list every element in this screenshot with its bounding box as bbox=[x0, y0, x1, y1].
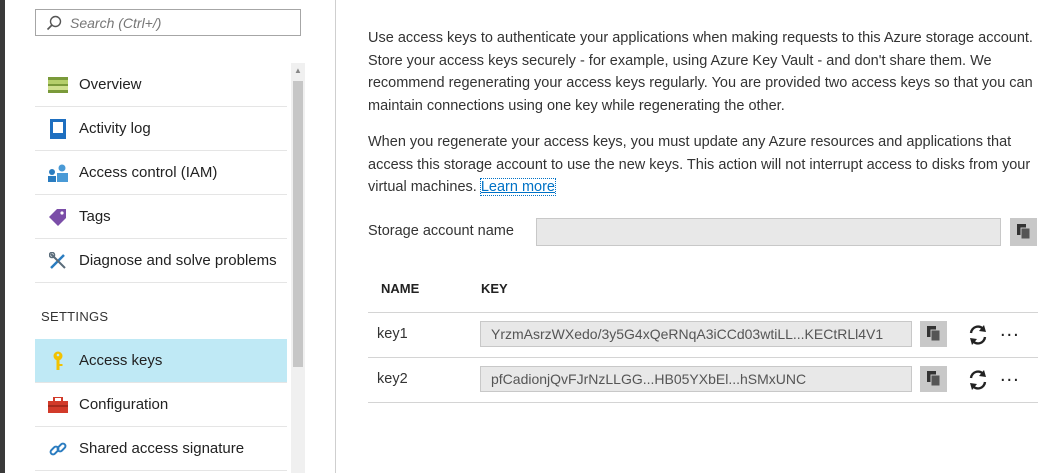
sidebar-item-access-keys[interactable]: Access keys bbox=[35, 339, 287, 383]
sidebar-item-label: Overview bbox=[79, 76, 142, 93]
sidebar-item-configuration[interactable]: Configuration bbox=[35, 383, 287, 427]
more-options-button[interactable]: ... bbox=[1000, 364, 1020, 387]
table-row: key1 YrzmAsrzWXedo/3y5G4xQeRNqA3iCCd03wt… bbox=[368, 313, 1038, 358]
copy-key-button[interactable] bbox=[920, 366, 947, 392]
copy-account-name-button[interactable] bbox=[1010, 218, 1037, 246]
sidebar-item-label: Tags bbox=[79, 208, 111, 225]
toolbox-icon bbox=[47, 394, 69, 416]
sidebar-item-label: Activity log bbox=[79, 120, 151, 137]
overview-icon bbox=[47, 74, 69, 96]
search-input[interactable] bbox=[68, 13, 292, 32]
search-box[interactable] bbox=[35, 9, 301, 36]
storage-account-label: Storage account name bbox=[368, 223, 514, 239]
access-keys-table: NAME KEY key1 YrzmAsrzWXedo/3y5G4xQeRNqA… bbox=[368, 268, 1038, 403]
column-header-key: KEY bbox=[481, 281, 508, 296]
copy-icon bbox=[1016, 224, 1030, 240]
scroll-up-icon[interactable]: ▲ bbox=[291, 63, 305, 77]
sidebar-item-overview[interactable]: Overview bbox=[35, 63, 287, 107]
learn-more-link[interactable]: Learn more bbox=[479, 178, 556, 196]
copy-icon bbox=[926, 326, 940, 342]
more-options-button[interactable]: ... bbox=[1000, 319, 1020, 342]
sidebar-menu: Overview Activity log Access control (IA… bbox=[35, 63, 287, 471]
refresh-icon bbox=[969, 370, 987, 390]
scrollbar-thumb[interactable] bbox=[293, 81, 303, 367]
storage-account-name-field[interactable] bbox=[536, 218, 1001, 246]
key-name: key1 bbox=[377, 326, 408, 342]
key-icon bbox=[47, 350, 69, 372]
regenerate-key-button[interactable] bbox=[966, 368, 990, 392]
search-icon bbox=[46, 15, 62, 30]
sidebar: Overview Activity log Access control (IA… bbox=[5, 0, 306, 473]
table-row: key2 pfCadionjQvFJrNzLLGG...HB05YXbEl...… bbox=[368, 358, 1038, 403]
regenerate-paragraph: When you regenerate your access keys, yo… bbox=[368, 131, 1048, 199]
sidebar-item-label: Shared access signature bbox=[79, 440, 245, 457]
copy-key-button[interactable] bbox=[920, 321, 947, 347]
tag-icon bbox=[47, 206, 69, 228]
column-header-name: NAME bbox=[381, 281, 420, 296]
main-content: Use access keys to authenticate your app… bbox=[368, 27, 1048, 199]
sidebar-item-label: Diagnose and solve problems bbox=[79, 252, 277, 269]
sidebar-item-access-control[interactable]: Access control (IAM) bbox=[35, 151, 287, 195]
pane-divider bbox=[335, 0, 336, 473]
sidebar-scrollbar[interactable]: ▲ bbox=[291, 63, 305, 473]
storage-account-row: Storage account name bbox=[368, 218, 1048, 248]
iam-icon bbox=[47, 162, 69, 184]
activity-log-icon bbox=[47, 118, 69, 140]
refresh-icon bbox=[969, 325, 987, 345]
key-value-field[interactable]: YrzmAsrzWXedo/3y5G4xQeRNqA3iCCd03wtiLL..… bbox=[480, 321, 912, 347]
key-value-field[interactable]: pfCadionjQvFJrNzLLGG...HB05YXbEl...hSMxU… bbox=[480, 366, 912, 392]
sidebar-item-diagnose[interactable]: Diagnose and solve problems bbox=[35, 239, 287, 283]
regenerate-key-button[interactable] bbox=[966, 323, 990, 347]
sidebar-item-shared-access-signature[interactable]: Shared access signature bbox=[35, 427, 287, 471]
link-icon bbox=[47, 438, 69, 460]
copy-icon bbox=[926, 371, 940, 387]
key-name: key2 bbox=[377, 371, 408, 387]
sidebar-item-activity-log[interactable]: Activity log bbox=[35, 107, 287, 151]
wrench-icon bbox=[47, 250, 69, 272]
settings-section-label: SETTINGS bbox=[41, 308, 109, 324]
sidebar-item-label: Access keys bbox=[79, 352, 163, 369]
description-paragraph: Use access keys to authenticate your app… bbox=[368, 30, 1033, 114]
table-header-row: NAME KEY bbox=[368, 268, 1038, 313]
sidebar-item-label: Access control (IAM) bbox=[79, 164, 218, 181]
sidebar-item-label: Configuration bbox=[79, 396, 169, 413]
sidebar-item-tags[interactable]: Tags bbox=[35, 195, 287, 239]
regenerate-text: When you regenerate your access keys, yo… bbox=[368, 134, 1031, 195]
